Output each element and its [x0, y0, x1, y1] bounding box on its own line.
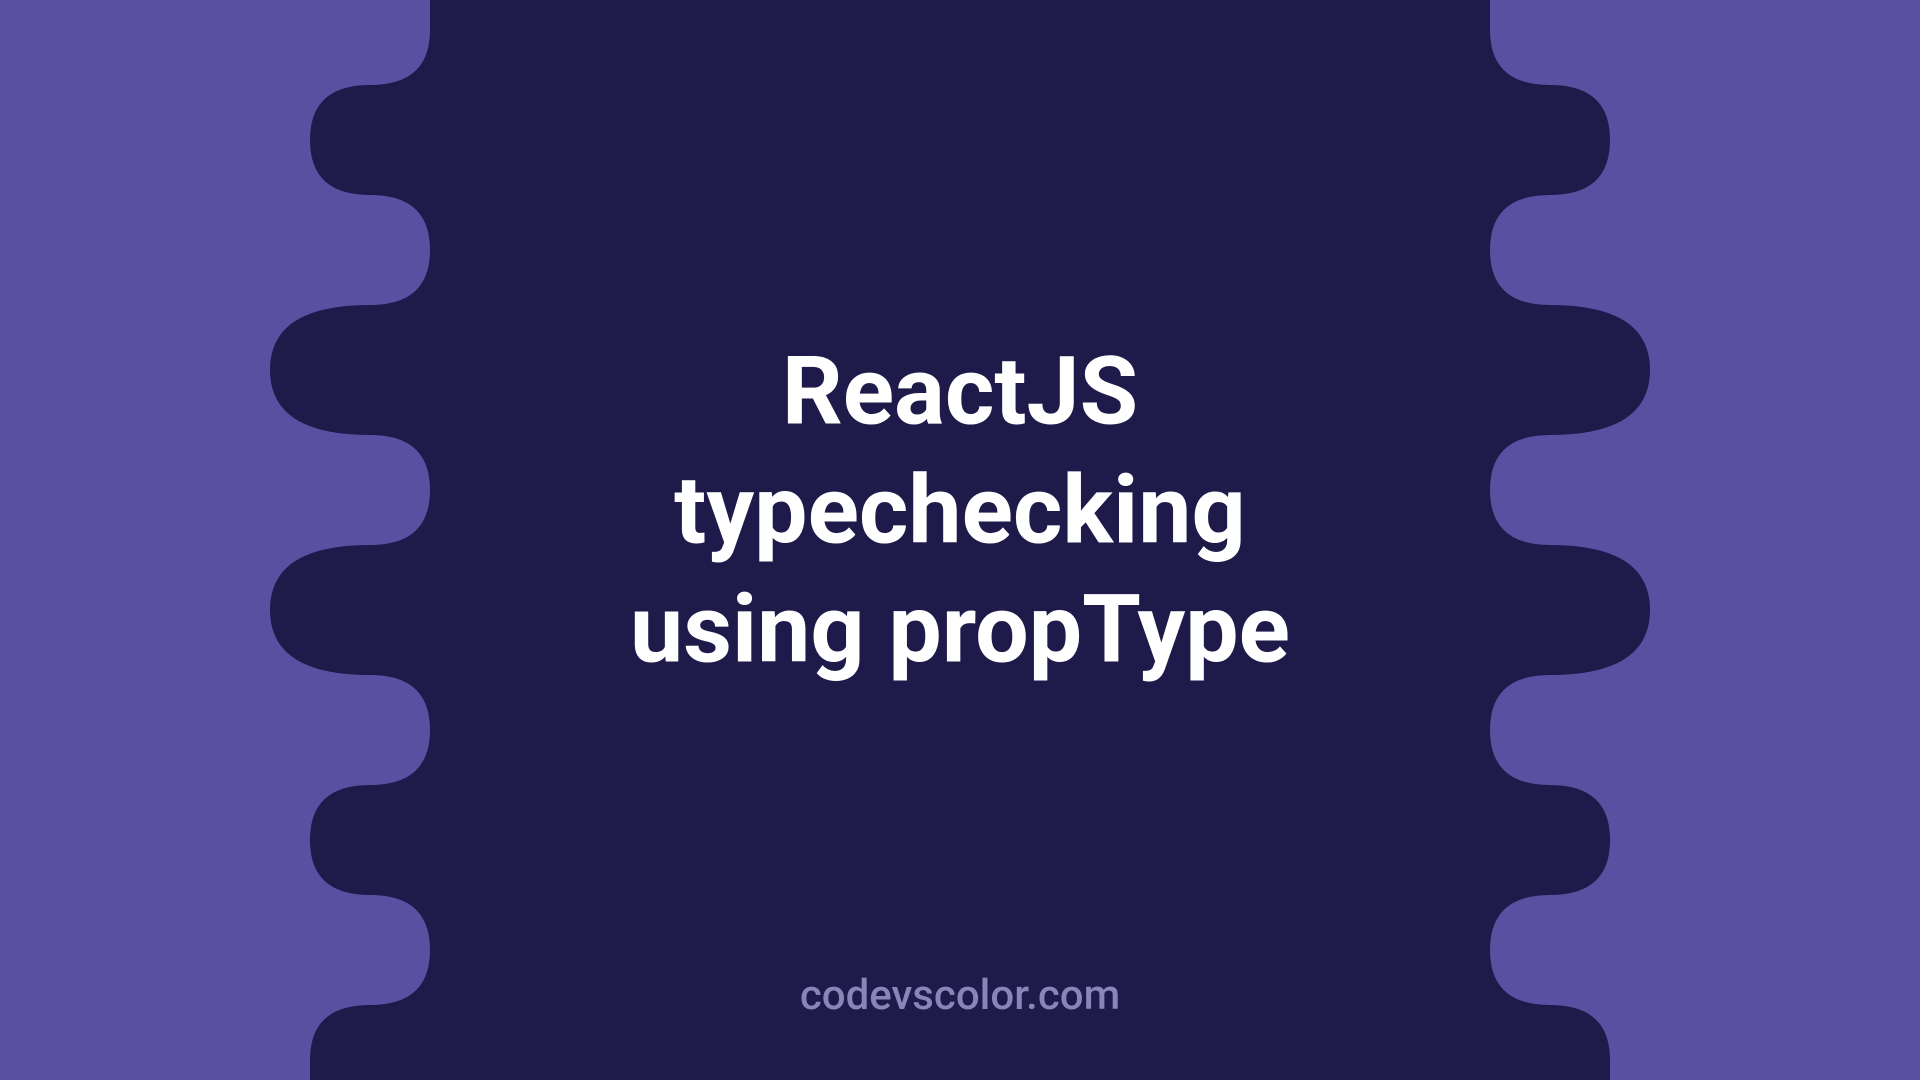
title-line-3: using propType — [630, 571, 1290, 690]
main-title: ReactJS typechecking using propType — [630, 333, 1290, 689]
title-line-1: ReactJS — [630, 333, 1290, 452]
watermark-text: codevscolor.com — [800, 971, 1120, 1020]
title-line-2: typechecking — [630, 452, 1290, 571]
